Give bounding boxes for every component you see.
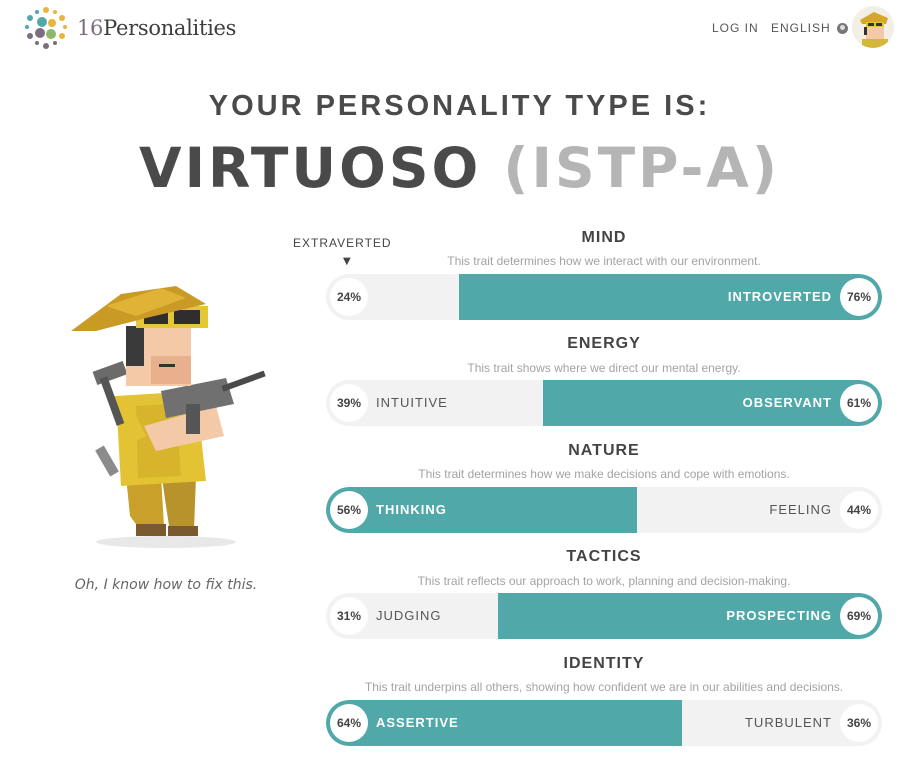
trait-right-label: INTROVERTED: [727, 289, 832, 304]
trait-right-percent: 44%: [840, 491, 878, 529]
trait-right-label: PROSPECTING: [726, 608, 832, 623]
language-selector[interactable]: ENGLISH: [771, 21, 848, 35]
trait-left-percent: 31%: [330, 597, 368, 635]
trait-desc-identity: This trait underpins all others, showing…: [364, 680, 844, 694]
trait-title-tactics: TACTICS: [566, 548, 642, 565]
logo-text: 16Personalities: [77, 16, 236, 40]
logo-number: 16: [77, 16, 104, 40]
logo-word: Personalities: [103, 16, 237, 40]
trait-title-mind: MIND: [581, 229, 627, 246]
trait-desc-mind: This trait determines how we interact wi…: [447, 254, 761, 268]
trait-right-label: OBSERVANT: [742, 395, 832, 410]
trait-right-percent: 76%: [840, 278, 878, 316]
character-quote: Oh, I know how to fix this.: [74, 577, 258, 593]
trait-title-energy: ENERGY: [567, 335, 641, 352]
trait-left-percent: 64%: [330, 704, 368, 742]
type-name: VIRTUOSO: [139, 136, 482, 200]
trait-left-label: INTUITIVE: [376, 395, 448, 410]
trait-right-label: TURBULENT: [744, 715, 832, 730]
trait-right-percent: 61%: [840, 384, 878, 422]
trait-right-percent: 36%: [840, 704, 878, 742]
trait-title-nature: NATURE: [568, 442, 640, 459]
trait-bar-tactics[interactable]: 31% JUDGING PROSPECTING 69%: [326, 593, 882, 639]
trait-left-percent: 24%: [330, 278, 368, 316]
trait-left-percent: 56%: [330, 491, 368, 529]
trait-bar-nature[interactable]: 56% THINKING FEELING 44%: [326, 487, 882, 533]
trait-right-label: FEELING: [769, 502, 832, 517]
trait-right-percent: 69%: [840, 597, 878, 635]
avatar-character-icon: [852, 6, 894, 48]
trait-left-label: JUDGING: [376, 608, 442, 623]
virtuoso-character-illustration: [71, 286, 266, 548]
trait-left-label: THINKING: [376, 502, 447, 517]
personality-type: VIRTUOSO (ISTP-A): [0, 136, 919, 200]
trait-bar-mind[interactable]: 24% INTROVERTED 76%: [326, 274, 882, 320]
trait-bar-identity[interactable]: 64% ASSERTIVE TURBULENT 36%: [326, 700, 882, 746]
language-label: ENGLISH: [771, 21, 831, 35]
globe-icon: [836, 22, 848, 34]
login-link[interactable]: LOG IN: [712, 21, 759, 35]
site-logo[interactable]: 16Personalities: [22, 6, 236, 50]
trait-left-label: ASSERTIVE: [376, 715, 459, 730]
type-code: (ISTP-A): [503, 136, 780, 200]
trait-desc-tactics: This trait reflects our approach to work…: [417, 574, 791, 588]
trait-fill-nature: [326, 487, 638, 533]
trait-left-percent: 39%: [330, 384, 368, 422]
trait-desc-nature: This trait determines how we make decisi…: [418, 467, 790, 481]
result-intro: YOUR PERSONALITY TYPE IS:: [208, 90, 711, 122]
user-avatar[interactable]: [852, 6, 894, 48]
logo-dots-icon: [25, 7, 67, 49]
trait-bar-energy[interactable]: 39% INTUITIVE OBSERVANT 61%: [326, 380, 882, 426]
trait-title-identity: IDENTITY: [563, 655, 645, 672]
trait-desc-energy: This trait shows where we direct our men…: [467, 361, 741, 375]
